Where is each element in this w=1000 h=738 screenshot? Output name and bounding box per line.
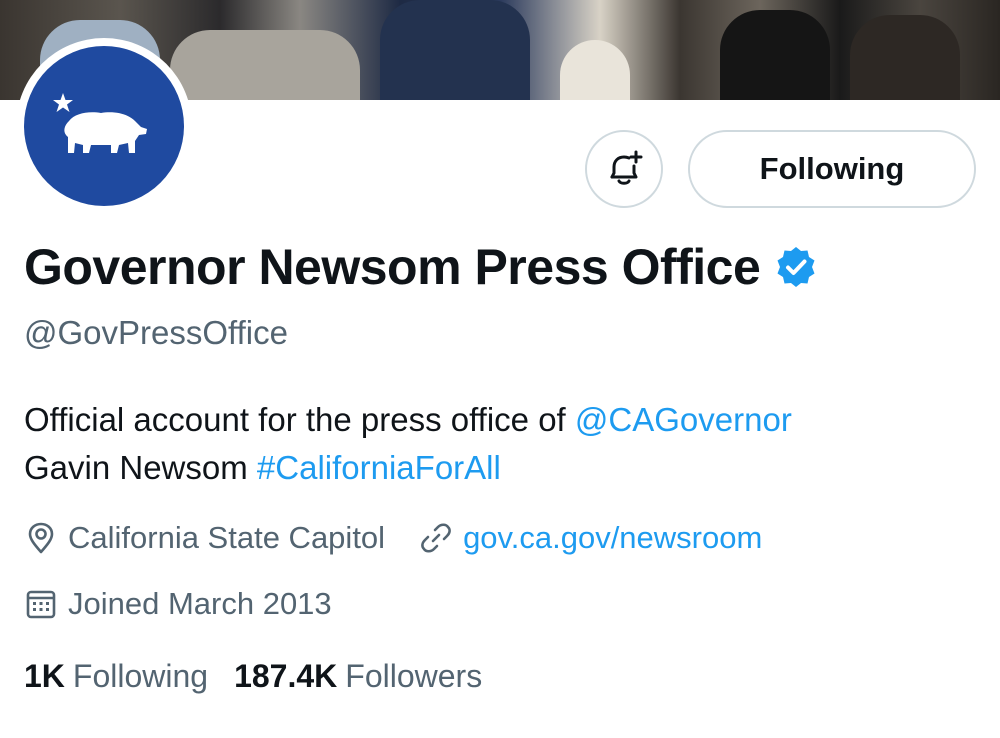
profile-website[interactable]: gov.ca.gov/newsroom <box>419 520 762 556</box>
bell-plus-icon <box>610 150 643 185</box>
profile-bio: Official account for the press office of… <box>24 396 984 492</box>
california-bear-star-logo-icon <box>53 93 147 153</box>
website-link[interactable]: gov.ca.gov/newsroom <box>463 520 762 556</box>
profile-joined: Joined March 2013 <box>24 586 332 622</box>
avatar[interactable] <box>24 46 184 206</box>
banner-figure <box>170 30 360 100</box>
link-icon <box>421 523 451 553</box>
calendar-icon <box>26 590 56 619</box>
display-name: Governor Newsom Press Office <box>24 239 761 295</box>
bio-text: Gavin Newsom <box>24 449 257 486</box>
followers-count: 187.4K <box>234 658 338 694</box>
location-text: California State Capitol <box>68 520 386 555</box>
notifications-bell-button[interactable] <box>585 130 663 208</box>
following-count: 1K <box>24 658 65 694</box>
following-label: Following <box>72 658 209 694</box>
following-button[interactable]: Following <box>688 130 976 208</box>
followers-stat-link[interactable]: 187.4K Followers <box>234 658 482 695</box>
following-stat-link[interactable]: 1K Following <box>24 658 208 695</box>
bio-mention-link[interactable]: @CAGovernor <box>575 401 792 438</box>
profile-location: California State Capitol <box>24 520 385 556</box>
banner-figure <box>850 15 960 100</box>
profile-meta-row: California State Capitol gov.ca.gov/news… <box>24 520 762 556</box>
joined-text: Joined March 2013 <box>68 586 332 621</box>
banner-figure <box>560 40 630 100</box>
verified-badge-icon[interactable] <box>774 245 818 289</box>
location-pin-icon <box>28 522 54 554</box>
bio-text: Official account for the press office of <box>24 401 575 438</box>
bio-hashtag-link[interactable]: #CaliforniaForAll <box>257 449 501 486</box>
banner-figure <box>380 0 530 100</box>
profile-stats: 1K Following 187.4K Followers <box>24 658 482 695</box>
profile-name-row: Governor Newsom Press Office <box>24 238 818 296</box>
profile-handle: @GovPressOffice <box>24 314 288 351</box>
followers-label: Followers <box>345 658 483 694</box>
banner-figure <box>720 10 830 100</box>
